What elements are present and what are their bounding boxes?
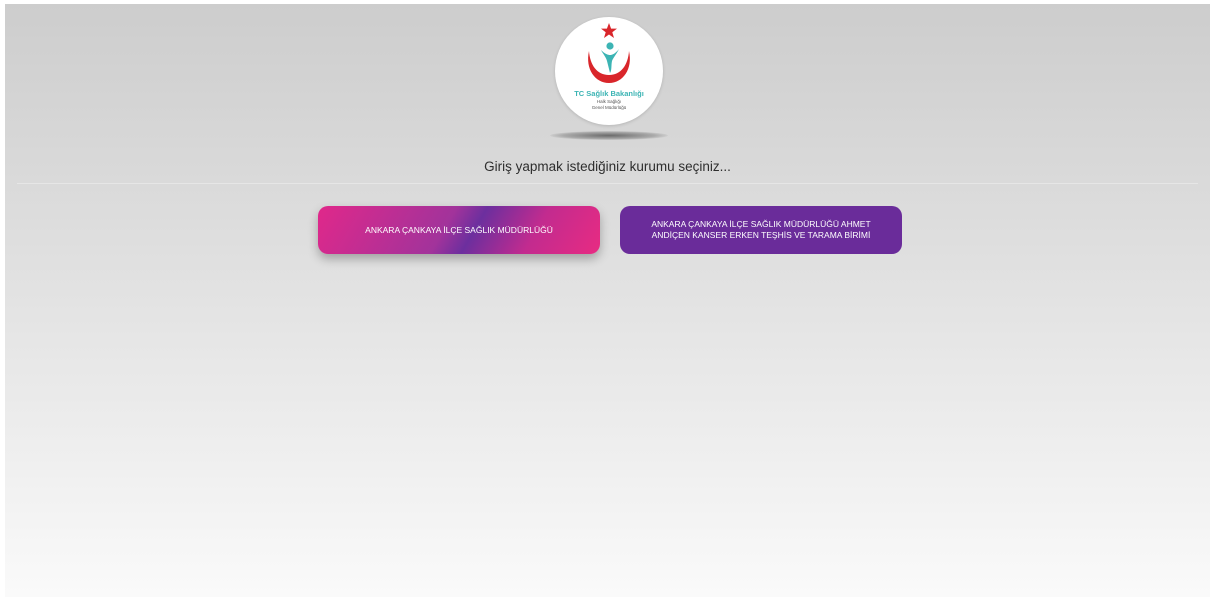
institution-button-label-line2: ANDİÇEN KANSER ERKEN TEŞHİS VE TARAMA Bİ… <box>651 230 871 240</box>
page-background: TC Sağlık Bakanlığı Halk Sağlığı Genel M… <box>5 4 1210 597</box>
institution-button-label: ANKARA ÇANKAYA İLÇE SAĞLIK MÜDÜRLÜĞÜ <box>365 224 553 235</box>
institution-button-label-line1: ANKARA ÇANKAYA İLÇE SAĞLIK MÜDÜRLÜĞÜ AHM… <box>651 219 871 229</box>
logo-subtitle-line2: Genel Müdürlüğü <box>591 105 627 110</box>
logo-circle: TC Sağlık Bakanlığı Halk Sağlığı Genel M… <box>555 17 663 125</box>
institution-button-label: ANKARA ÇANKAYA İLÇE SAĞLIK MÜDÜRLÜĞÜ AHM… <box>651 219 870 241</box>
logo-subtitle-line1: Halk Sağlığı <box>596 99 622 104</box>
ministry-logo: TC Sağlık Bakanlığı Halk Sağlığı Genel M… <box>555 17 663 125</box>
institution-button-cankaya-health-directorate[interactable]: ANKARA ÇANKAYA İLÇE SAĞLIK MÜDÜRLÜĞÜ <box>318 206 600 254</box>
logo-title: TC Sağlık Bakanlığı <box>574 89 644 98</box>
logo-shadow <box>550 131 668 140</box>
page-prompt: Giriş yapmak istediğiniz kurumu seçiniz.… <box>484 159 731 174</box>
divider <box>17 183 1198 184</box>
institution-button-cancer-screening-unit[interactable]: ANKARA ÇANKAYA İLÇE SAĞLIK MÜDÜRLÜĞÜ AHM… <box>620 206 902 254</box>
